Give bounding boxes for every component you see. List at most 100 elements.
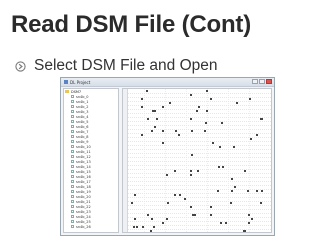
- minimize-button[interactable]: [252, 79, 258, 84]
- tree-item-label: sn4b_21: [76, 199, 91, 204]
- tree-item-label: sn4b_13: [76, 159, 91, 164]
- window-titlebar: DL Project: [61, 78, 274, 87]
- tree-item-label: sn4b_22: [76, 204, 91, 209]
- file-icon: [71, 200, 74, 203]
- tree-item-label: sn4b_1: [76, 99, 89, 104]
- tree-item-label: sn4b_12: [76, 154, 91, 159]
- dependency-mark: [175, 130, 177, 132]
- dependency-mark: [233, 146, 235, 148]
- tree-item-label: sn4b_2: [76, 104, 89, 109]
- dependency-mark: [234, 186, 236, 188]
- dependency-mark: [221, 122, 223, 124]
- matrix-row: [123, 229, 271, 232]
- dependency-mark: [147, 214, 149, 216]
- dependency-mark: [261, 190, 263, 192]
- dependency-mark: [134, 218, 136, 220]
- dependency-mark: [162, 222, 164, 224]
- file-icon: [71, 175, 74, 178]
- file-icon: [71, 140, 74, 143]
- tree-item-label: sn4b_20: [76, 194, 91, 199]
- dependency-mark: [236, 102, 238, 104]
- window-controls: [252, 79, 272, 84]
- dependency-mark: [244, 230, 246, 232]
- tree-item-label: sn4b_7: [76, 129, 89, 134]
- dependency-mark: [151, 218, 153, 220]
- dependency-mark: [141, 98, 143, 100]
- dependency-mark: [166, 218, 168, 220]
- dependency-mark: [146, 90, 148, 92]
- matrix-row-header: [123, 229, 128, 232]
- dependency-mark: [190, 170, 192, 172]
- dependency-mark: [154, 126, 156, 128]
- dependency-mark: [191, 154, 193, 156]
- dependency-mark: [147, 118, 149, 120]
- dependency-mark: [141, 106, 143, 108]
- tree-item-label: sn4b_16: [76, 174, 91, 179]
- dependency-mark: [206, 90, 208, 92]
- maximize-button[interactable]: [259, 79, 265, 84]
- dependency-mark: [142, 226, 144, 228]
- dependency-mark: [167, 202, 169, 204]
- file-icon: [71, 190, 74, 193]
- tree-item-label: sn4b_0: [76, 94, 89, 99]
- dependency-mark: [162, 142, 164, 144]
- tree-item-label: sn4b_24: [76, 214, 91, 219]
- dependency-mark: [247, 190, 249, 192]
- tree-root-label: DSM7: [71, 89, 82, 94]
- dependency-mark: [131, 202, 133, 204]
- dependency-mark: [249, 98, 251, 100]
- dependency-mark: [204, 130, 206, 132]
- file-icon: [71, 155, 74, 158]
- tree-item-label: sn4b_25: [76, 219, 91, 224]
- dependency-mark: [210, 206, 212, 208]
- file-icon: [71, 170, 74, 173]
- dependency-mark: [190, 94, 192, 96]
- file-icon: [71, 220, 74, 223]
- file-icon: [71, 105, 74, 108]
- dependency-mark: [251, 218, 253, 220]
- tree-item[interactable]: sn4b_26: [64, 224, 118, 229]
- dependency-mark: [141, 134, 143, 136]
- tree-item-label: sn4b_3: [76, 109, 89, 114]
- tree-item-label: sn4b_19: [76, 189, 91, 194]
- window-title: DL Project: [70, 79, 91, 85]
- slide-title: Read DSM File (Cont): [11, 11, 251, 38]
- dependency-mark: [231, 190, 233, 192]
- dsm-matrix-panel[interactable]: [122, 88, 272, 233]
- file-icon: [71, 165, 74, 168]
- tree-item-label: sn4b_9: [76, 139, 89, 144]
- file-icon: [71, 145, 74, 148]
- dependency-mark: [231, 178, 233, 180]
- tree-item-label: sn4b_23: [76, 209, 91, 214]
- file-icon: [71, 215, 74, 218]
- dependency-mark: [174, 194, 176, 196]
- tree-item-label: sn4b_26: [76, 224, 91, 229]
- dependency-mark: [134, 194, 136, 196]
- file-icon: [71, 110, 74, 113]
- dependency-mark: [133, 226, 135, 228]
- bullet-text: Select DSM File and Open: [34, 57, 218, 74]
- dependency-mark: [210, 214, 212, 216]
- dependency-mark: [174, 170, 176, 172]
- file-icon: [71, 130, 74, 133]
- dependency-mark: [150, 230, 152, 232]
- dependency-mark: [154, 110, 156, 112]
- dependency-mark: [198, 106, 200, 108]
- dependency-mark: [248, 222, 250, 224]
- dependency-mark: [190, 206, 192, 208]
- dependency-mark: [156, 118, 158, 120]
- dependency-mark: [136, 226, 138, 228]
- file-icon: [71, 180, 74, 183]
- file-icon: [71, 210, 74, 213]
- tree-item-label: sn4b_6: [76, 124, 89, 129]
- bullet-item: Select DSM File and Open: [15, 56, 218, 76]
- tree-item-label: sn4b_10: [76, 144, 91, 149]
- dependency-mark: [222, 166, 224, 168]
- file-icon: [71, 95, 74, 98]
- dependency-mark: [190, 174, 192, 176]
- file-tree-panel[interactable]: DSM7 sn4b_0 sn4b_1 sn4b_2 sn4b_3 sn4b_4 sn4b_…: [63, 88, 119, 233]
- dependency-mark: [197, 170, 199, 172]
- close-button[interactable]: [266, 79, 272, 84]
- tree-item-label: sn4b_5: [76, 119, 89, 124]
- tree-item-label: sn4b_8: [76, 134, 89, 139]
